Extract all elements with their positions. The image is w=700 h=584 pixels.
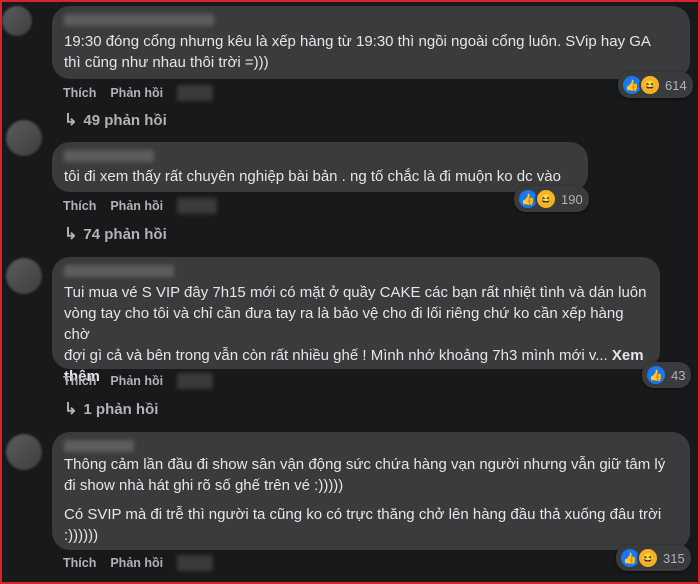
reaction-count: 614 [665, 77, 687, 93]
reaction-count: 43 [671, 367, 686, 383]
author-name-redacted[interactable] [64, 150, 154, 162]
haha-icon: 😆 [637, 547, 659, 569]
view-replies-button[interactable]: ↳ 74 phản hồi [64, 224, 167, 244]
avatar[interactable] [6, 434, 42, 470]
like-icon: 👍 [645, 364, 667, 386]
haha-icon: 😆 [535, 188, 557, 210]
comment-bubble: Tui mua vé S VIP đây 7h15 mới có mặt ở q… [52, 257, 660, 385]
avatar[interactable] [6, 120, 42, 156]
comment-thread: 19:30 đóng cổng nhưng kêu là xếp hàng từ… [0, 0, 700, 584]
haha-icon: 😆 [639, 74, 661, 96]
comment-text: Thông cảm lần đầu đi show sân vận động s… [64, 456, 666, 544]
see-more-link[interactable]: Xem [612, 347, 644, 364]
like-button[interactable]: Thích [63, 199, 96, 213]
comment-bubble: tôi đi xem thấy rất chuyên nghiệp bài bả… [52, 142, 588, 192]
reply-button[interactable]: Phản hồi [110, 556, 163, 570]
author-name-redacted[interactable] [64, 14, 214, 26]
author-name-redacted[interactable] [64, 440, 134, 452]
reaction-count: 190 [561, 191, 583, 207]
reply-arrow-icon: ↳ [64, 401, 78, 418]
reply-button[interactable]: Phản hồi [110, 199, 163, 213]
view-replies-button[interactable]: ↳ 1 phản hồi [64, 399, 158, 419]
avatar[interactable] [2, 6, 32, 36]
comment-text: Tui mua vé S VIP đây 7h15 mới có mặt ở q… [64, 284, 647, 385]
reaction-count: 315 [663, 550, 685, 566]
avatar[interactable] [6, 258, 42, 294]
like-button[interactable]: Thích [63, 556, 96, 570]
reaction-summary[interactable]: 👍 😆 315 [616, 545, 691, 571]
reply-arrow-icon: ↳ [64, 112, 78, 129]
comment-actions: Thích Phản hồi [63, 85, 214, 101]
reply-button[interactable]: Phản hồi [110, 86, 163, 100]
like-button[interactable]: Thích [63, 86, 96, 100]
comment-text: tôi đi xem thấy rất chuyên nghiệp bài bả… [64, 168, 561, 185]
reaction-summary[interactable]: 👍 😆 190 [514, 186, 589, 212]
view-replies-button[interactable]: ↳ 49 phản hồi [64, 110, 167, 130]
timestamp-redacted [177, 555, 214, 571]
reply-button[interactable]: Phản hồi [110, 374, 163, 388]
comment-actions: Thích Phản hồi [63, 198, 218, 214]
reaction-summary[interactable]: 👍 43 [642, 362, 692, 388]
timestamp-redacted [177, 198, 218, 214]
comment-actions: Thích Phản hồi [63, 373, 214, 389]
reply-arrow-icon: ↳ [64, 226, 78, 243]
author-name-redacted[interactable] [64, 265, 174, 277]
like-button[interactable]: Thích [63, 374, 96, 388]
timestamp-redacted [177, 373, 214, 389]
comment-bubble: 19:30 đóng cổng nhưng kêu là xếp hàng từ… [52, 6, 690, 79]
timestamp-redacted [177, 85, 214, 101]
comment-text: 19:30 đóng cổng nhưng kêu là xếp hàng từ… [64, 33, 651, 71]
comment-bubble: Thông cảm lần đầu đi show sân vận động s… [52, 432, 690, 550]
reaction-summary[interactable]: 👍 😆 614 [618, 72, 693, 98]
comment-actions: Thích Phản hồi [63, 555, 214, 571]
